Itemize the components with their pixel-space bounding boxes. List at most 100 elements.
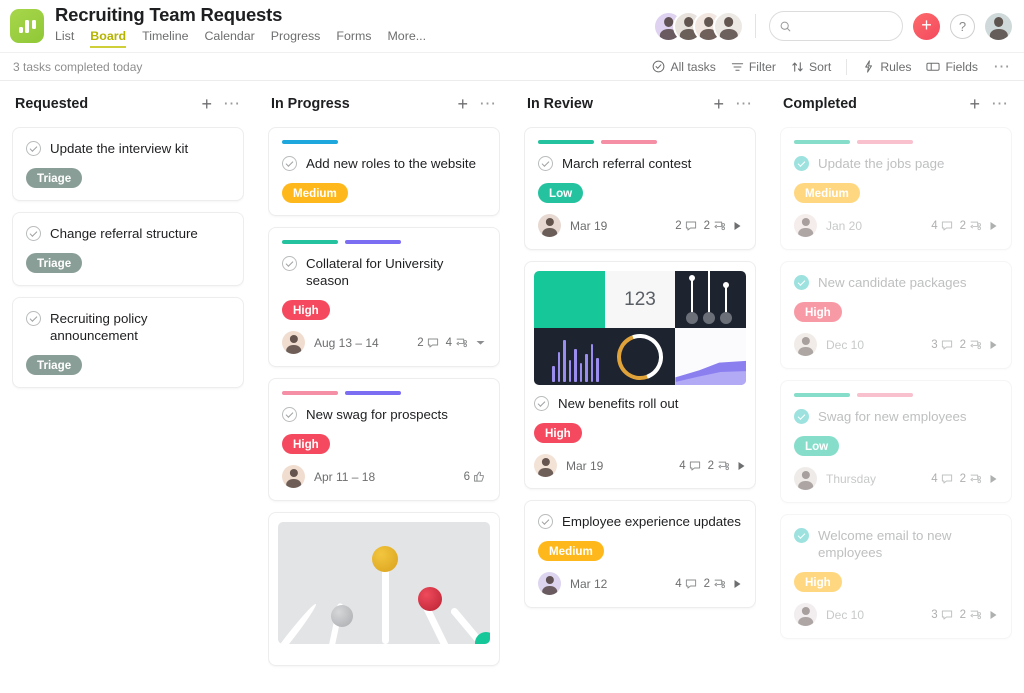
check-circle-icon[interactable]	[26, 311, 41, 326]
priority-tag[interactable]: Triage	[26, 253, 82, 273]
subtask-icon	[713, 220, 726, 232]
column-add-task-icon[interactable]: +	[969, 98, 980, 110]
priority-tag[interactable]: Triage	[26, 355, 82, 375]
triangle-right-icon[interactable]	[737, 461, 746, 471]
check-circle-icon[interactable]	[538, 514, 553, 529]
check-circle-icon[interactable]	[26, 141, 41, 156]
priority-tag[interactable]: Low	[538, 183, 583, 203]
check-circle-filled-icon[interactable]	[794, 156, 809, 171]
member-avatar[interactable]	[715, 13, 742, 40]
task-card[interactable]: March referral contestLowMar 1922	[524, 127, 756, 250]
chevron-down-icon[interactable]	[475, 338, 486, 347]
triangle-right-icon[interactable]	[989, 221, 998, 231]
subtask-count-value: 2	[960, 220, 966, 232]
task-card[interactable]: 123New benefits roll outHighMar 1942	[524, 261, 756, 489]
tab-calendar[interactable]: Calendar	[204, 28, 254, 48]
triangle-right-icon[interactable]	[733, 221, 742, 231]
assignee-avatar[interactable]	[538, 214, 561, 237]
check-circle-icon[interactable]	[282, 407, 297, 422]
task-card[interactable]	[268, 512, 500, 666]
toolbar-more-menu-icon[interactable]: ⋯	[993, 63, 1011, 71]
thumbs-up-icon[interactable]	[473, 470, 486, 483]
priority-tag[interactable]: Medium	[538, 541, 604, 561]
check-circle-filled-icon[interactable]	[794, 409, 809, 424]
task-card[interactable]: Update the jobs pageMediumJan 2042	[780, 127, 1012, 250]
priority-tag[interactable]: Low	[794, 436, 839, 456]
subtask-count: 4	[446, 337, 468, 349]
triangle-right-icon[interactable]	[989, 474, 998, 484]
sort-button[interactable]: Sort	[791, 60, 831, 74]
member-avatar-stack[interactable]	[655, 13, 742, 40]
priority-tag[interactable]: High	[794, 572, 842, 592]
add-task-button[interactable]: +	[913, 13, 940, 40]
toolbar-divider	[846, 59, 847, 75]
check-circle-filled-icon[interactable]	[794, 275, 809, 290]
task-card[interactable]: Update the interview kitTriage	[12, 127, 244, 201]
task-card[interactable]: Employee experience updatesMediumMar 124…	[524, 500, 756, 608]
card-cover-image[interactable]: 123	[534, 271, 746, 385]
priority-tag[interactable]: High	[534, 423, 582, 443]
check-circle-icon[interactable]	[282, 156, 297, 171]
triangle-right-icon[interactable]	[989, 610, 998, 620]
assignee-avatar[interactable]	[794, 467, 817, 490]
rules-button[interactable]: Rules	[862, 60, 911, 74]
tab-timeline[interactable]: Timeline	[142, 28, 188, 48]
column-more-menu-icon[interactable]: ⋯	[735, 100, 753, 108]
check-circle-icon[interactable]	[534, 396, 549, 411]
tab-progress[interactable]: Progress	[271, 28, 321, 48]
tab-board[interactable]: Board	[90, 28, 126, 48]
task-card[interactable]: Collateral for University seasonHighAug …	[268, 227, 500, 367]
assignee-avatar[interactable]	[282, 465, 305, 488]
assignee-avatar[interactable]	[794, 214, 817, 237]
priority-tag[interactable]: High	[282, 434, 330, 454]
task-card[interactable]: Add new roles to the websiteMedium	[268, 127, 500, 216]
rules-label: Rules	[880, 60, 911, 74]
tab-more[interactable]: More...	[387, 28, 426, 48]
column-add-task-icon[interactable]: +	[457, 98, 468, 110]
assignee-avatar[interactable]	[794, 333, 817, 356]
task-card[interactable]: Recruiting policy announcementTriage	[12, 297, 244, 388]
tab-forms[interactable]: Forms	[336, 28, 371, 48]
priority-tag[interactable]: High	[794, 302, 842, 322]
card-title: New candidate packages	[818, 274, 967, 291]
priority-tag[interactable]: Medium	[794, 183, 860, 203]
column-more-menu-icon[interactable]: ⋯	[223, 100, 241, 108]
priority-tag[interactable]: Triage	[26, 168, 82, 188]
help-button[interactable]: ?	[950, 14, 975, 39]
task-card[interactable]: Swag for new employeesLowThursday42	[780, 380, 1012, 503]
search-box[interactable]	[769, 11, 903, 41]
comment-icon	[941, 339, 953, 351]
assignee-avatar[interactable]	[794, 603, 817, 626]
column-more-menu-icon[interactable]: ⋯	[479, 100, 497, 108]
search-input[interactable]	[798, 19, 892, 33]
triangle-right-icon[interactable]	[989, 340, 998, 350]
check-circle-icon[interactable]	[26, 226, 41, 241]
asana-board-logo-icon[interactable]	[10, 9, 44, 43]
filter-button[interactable]: Filter	[731, 60, 776, 74]
card-cover-image[interactable]	[278, 522, 490, 644]
fields-button[interactable]: Fields	[926, 60, 978, 74]
card-title-row: New benefits roll out	[534, 395, 746, 412]
subtask-icon	[969, 220, 982, 232]
task-card[interactable]: New swag for prospectsHighApr 11 – 186	[268, 378, 500, 501]
task-card[interactable]: New candidate packagesHighDec 1032	[780, 261, 1012, 369]
like-count[interactable]: 6	[464, 470, 486, 483]
tab-list[interactable]: List	[55, 28, 74, 48]
column-more-menu-icon[interactable]: ⋯	[991, 100, 1009, 108]
column-add-task-icon[interactable]: +	[201, 98, 212, 110]
check-circle-filled-icon[interactable]	[794, 528, 809, 543]
assignee-avatar[interactable]	[282, 331, 305, 354]
column-add-task-icon[interactable]: +	[713, 98, 724, 110]
account-avatar[interactable]	[985, 13, 1012, 40]
priority-tag[interactable]: Medium	[282, 183, 348, 203]
check-circle-icon[interactable]	[538, 156, 553, 171]
triangle-right-icon[interactable]	[733, 579, 742, 589]
header-divider	[755, 14, 756, 38]
assignee-avatar[interactable]	[538, 572, 561, 595]
check-circle-icon[interactable]	[282, 256, 297, 271]
assignee-avatar[interactable]	[534, 454, 557, 477]
task-card[interactable]: Welcome email to new employeesHighDec 10…	[780, 514, 1012, 639]
all-tasks-filter-button[interactable]: All tasks	[652, 60, 715, 74]
task-card[interactable]: Change referral structureTriage	[12, 212, 244, 286]
priority-tag[interactable]: High	[282, 300, 330, 320]
